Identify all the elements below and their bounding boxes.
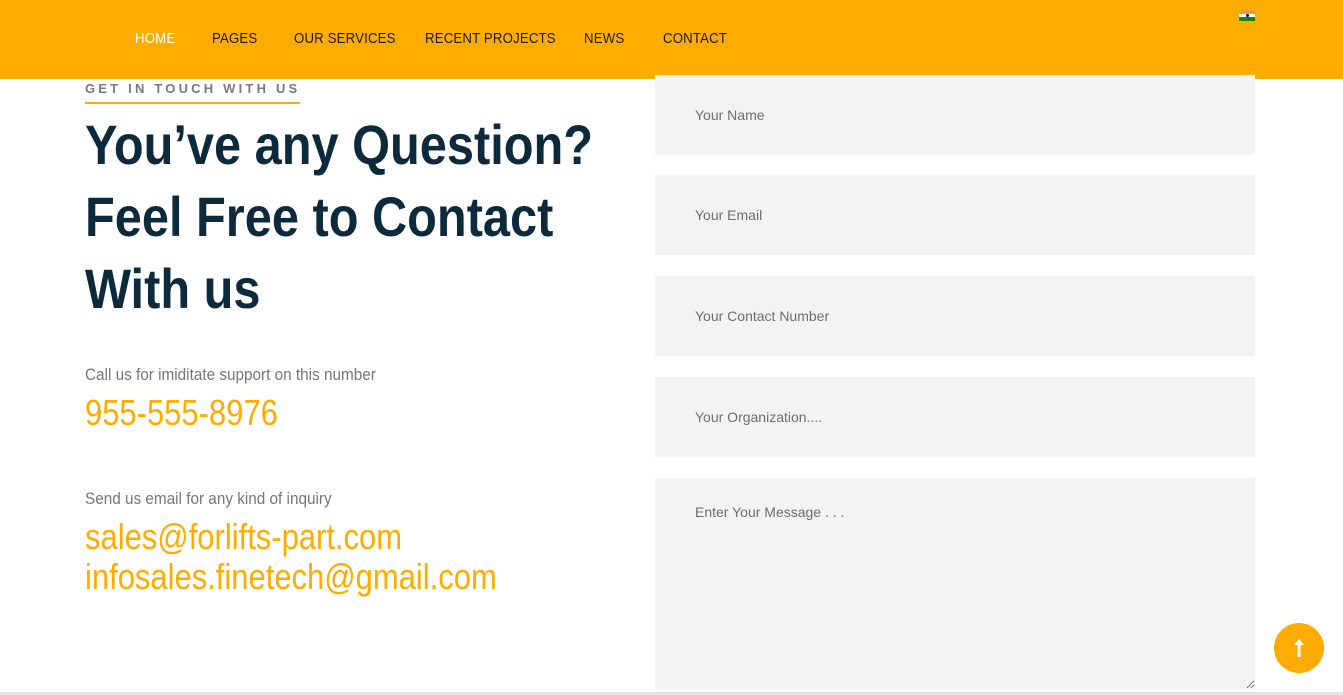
message-textarea[interactable] xyxy=(655,478,1255,689)
headline-line-1: You’ve any Question? xyxy=(85,113,594,176)
email-label: Send us email for any kind of inquiry xyxy=(85,489,332,508)
email-link-sales[interactable]: sales@forlifts-part.com xyxy=(85,517,402,557)
contact-number-input[interactable] xyxy=(655,276,1255,356)
nav-contact[interactable]: CONTACT xyxy=(663,30,727,48)
phone-link[interactable]: 955-555-8976 xyxy=(85,393,278,433)
page-title: You’ve any Question? Feel Free to Contac… xyxy=(85,109,607,325)
india-flag-icon[interactable] xyxy=(1239,10,1255,22)
flag-stripe-white xyxy=(1239,13,1255,18)
main-nav: HOME PAGES OUR SERVICES RECENT PROJECTS … xyxy=(135,30,736,48)
email-link-infosales[interactable]: infosales.finetech@gmail.com xyxy=(85,557,497,597)
section-eyebrow: GET IN TOUCH WITH US xyxy=(85,81,301,104)
email-input[interactable] xyxy=(655,175,1255,255)
organization-input[interactable] xyxy=(655,377,1255,457)
nav-news[interactable]: NEWS xyxy=(584,30,654,48)
nav-recent-projects[interactable]: RECENT PROJECTS xyxy=(425,30,565,48)
scroll-to-top-button[interactable] xyxy=(1274,623,1324,673)
nav-our-services[interactable]: OUR SERVICES xyxy=(294,30,409,48)
name-input[interactable] xyxy=(655,75,1255,155)
arrow-up-icon xyxy=(1294,639,1304,657)
phone-label: Call us for imiditate support on this nu… xyxy=(85,365,376,384)
headline-line-2: Feel Free to Contact xyxy=(85,185,554,248)
header-bar: HOME PAGES OUR SERVICES RECENT PROJECTS … xyxy=(0,0,1343,79)
flag-stripe-green xyxy=(1239,17,1255,22)
nav-home[interactable]: HOME xyxy=(135,30,203,48)
nav-pages[interactable]: PAGES xyxy=(212,30,284,48)
headline-line-3: With us xyxy=(85,257,261,320)
